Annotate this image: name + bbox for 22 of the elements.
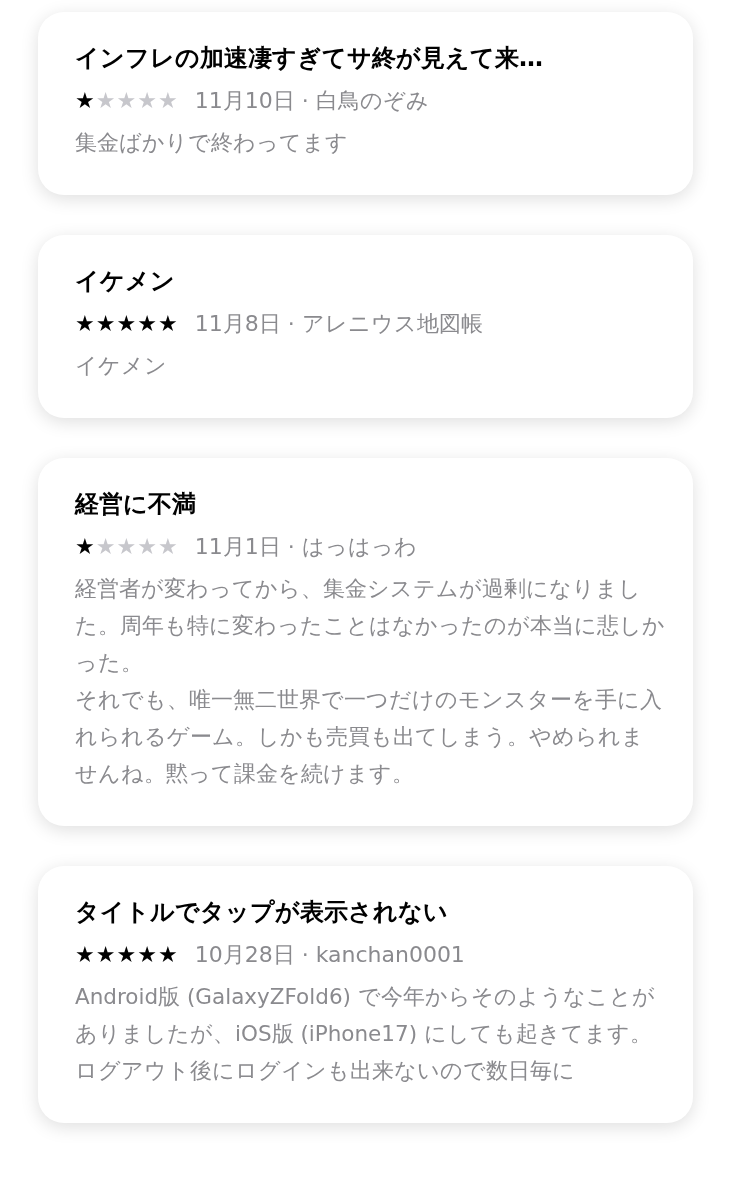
- star-rating: ★★★★★: [75, 310, 179, 338]
- star-rating: ★★★★★: [75, 533, 179, 561]
- review-text: ログアウト後にログインも出来ないので数日毎に: [75, 1057, 576, 1085]
- review-text: 集金ばかりで終わってます: [75, 129, 349, 157]
- review-card[interactable]: 経営に不満 ★★★★★ 11月1日 · はっはっわ 経営者が変わってから、集金システムが過剰になりました。周年も特に変わったことはなかったのが本当に悲しかった。 それでも、唯一無二世界で一つだけのモンスターを手に入れられるゲーム。しかも売買も出てしまう。やめられませんね。黙って課金を続けます。: [38, 458, 693, 826]
- review-text: それでも、唯一無二世界で一つだけのモンスターを手に入れられるゲーム。しかも売買も出てしまう。やめられませんね。黙って課金を続けます。: [75, 686, 663, 788]
- review-card[interactable]: イケメン ★★★★★ 11月8日 · アレニウス地図帳 イケメン: [38, 235, 693, 418]
- review-card[interactable]: タイトルでタップが表示されない ★★★★★ 10月28日 · kanchan0001 Android版 (GalaxyZFold6) で今年からそのようなことがありましたが、iOS版 (iPhone17) にしても起きてます。 ログアウト後にログインも出来ないので数日毎に: [38, 866, 693, 1123]
- review-date-author: 10月28日 · kanchan0001: [194, 941, 465, 969]
- review-text: 経営者が変わってから、集金システムが過剰になりました。周年も特に変わったことはなかったのが本当に悲しかった。: [75, 575, 665, 677]
- review-title: イケメン: [75, 266, 176, 297]
- review-text: イケメン: [75, 352, 168, 380]
- review-text: Android版 (GalaxyZFold6) で今年からそのようなことがありましたが、iOS版 (iPhone17) にしても起きてます。: [75, 983, 656, 1048]
- review-date-author: 11月1日 · はっはっわ: [194, 533, 417, 561]
- review-date-author: 11月8日 · アレニウス地図帳: [194, 310, 483, 338]
- review-title: 経営に不満: [75, 489, 197, 520]
- star-rating: ★★★★★: [75, 87, 179, 115]
- star-rating: ★★★★★: [75, 941, 179, 969]
- review-card[interactable]: インフレの加速凄すぎてサ終が見えて来… ★★★★★ 11月10日 · 白鳥のぞみ 集金ばかりで終わってます: [38, 12, 693, 195]
- review-title: インフレの加速凄すぎてサ終が見えて来…: [75, 43, 544, 74]
- review-date-author: 11月10日 · 白鳥のぞみ: [194, 87, 429, 115]
- review-title: タイトルでタップが表示されない: [75, 897, 449, 928]
